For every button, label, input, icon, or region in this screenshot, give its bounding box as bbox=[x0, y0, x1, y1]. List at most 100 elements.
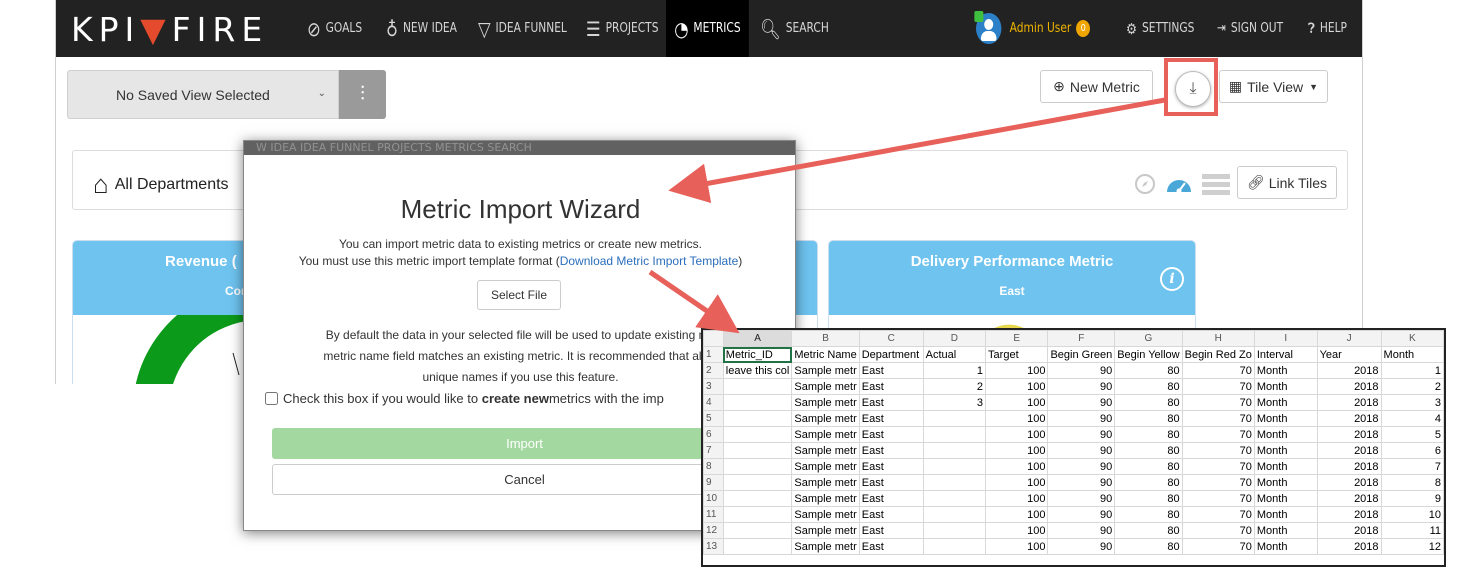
table-cell[interactable] bbox=[722, 442, 793, 459]
table-cell[interactable]: 70 bbox=[1181, 394, 1255, 411]
table-cell[interactable]: 70 bbox=[1181, 362, 1255, 379]
table-cell[interactable]: Month bbox=[1380, 346, 1444, 363]
row-number[interactable]: 6 bbox=[703, 426, 724, 443]
table-cell[interactable]: 90 bbox=[1047, 522, 1116, 539]
row-number[interactable]: 10 bbox=[703, 490, 724, 507]
column-header[interactable]: H bbox=[1181, 330, 1255, 347]
table-cell[interactable] bbox=[722, 410, 793, 427]
table-cell[interactable]: 80 bbox=[1114, 490, 1183, 507]
table-cell[interactable] bbox=[922, 538, 987, 555]
table-cell[interactable]: 70 bbox=[1181, 458, 1255, 475]
table-cell[interactable]: 80 bbox=[1114, 394, 1183, 411]
table-cell[interactable]: Sample metr bbox=[791, 458, 860, 475]
column-header[interactable]: C bbox=[858, 330, 924, 347]
table-cell[interactable]: 6 bbox=[1380, 442, 1444, 459]
table-cell[interactable]: Sample metr bbox=[791, 474, 860, 491]
table-cell[interactable]: Target bbox=[985, 346, 1049, 363]
table-cell[interactable]: 80 bbox=[1114, 442, 1183, 459]
column-header[interactable]: I bbox=[1253, 330, 1318, 347]
table-cell[interactable]: East bbox=[858, 490, 924, 507]
nav-metrics[interactable]: ◔ METRICS bbox=[666, 0, 749, 57]
nav-sign-out[interactable]: ⇥ SIGN OUT bbox=[1217, 0, 1283, 57]
table-cell[interactable]: 2018 bbox=[1316, 458, 1382, 475]
table-cell[interactable]: 100 bbox=[985, 522, 1049, 539]
table-cell[interactable]: Metric Name bbox=[791, 346, 860, 363]
table-cell[interactable]: Sample metr bbox=[791, 442, 860, 459]
table-cell[interactable]: 70 bbox=[1181, 474, 1255, 491]
row-number[interactable]: 12 bbox=[703, 522, 724, 539]
table-cell[interactable]: Sample metr bbox=[791, 410, 860, 427]
table-cell[interactable]: Month bbox=[1253, 442, 1318, 459]
table-cell[interactable]: Month bbox=[1253, 538, 1318, 555]
user-menu[interactable]: Admin User 0 bbox=[974, 0, 1091, 57]
table-cell[interactable]: Month bbox=[1253, 522, 1318, 539]
nav-help[interactable]: ❓︎ HELP bbox=[1308, 0, 1347, 57]
table-cell[interactable]: Sample metr bbox=[791, 378, 860, 395]
table-cell[interactable]: Month bbox=[1253, 426, 1318, 443]
row-number[interactable]: 7 bbox=[703, 442, 724, 459]
table-cell[interactable]: 90 bbox=[1047, 362, 1116, 379]
table-cell[interactable]: 1 bbox=[922, 362, 987, 379]
table-cell[interactable]: 100 bbox=[985, 506, 1049, 523]
compass-view-icon[interactable] bbox=[1134, 173, 1156, 200]
table-cell[interactable]: 70 bbox=[1181, 442, 1255, 459]
table-cell[interactable]: 100 bbox=[985, 410, 1049, 427]
table-cell[interactable]: 4 bbox=[1380, 410, 1444, 427]
table-cell[interactable]: 2018 bbox=[1316, 506, 1382, 523]
table-cell[interactable] bbox=[922, 426, 987, 443]
table-cell[interactable]: 2 bbox=[1380, 378, 1444, 395]
table-cell[interactable] bbox=[722, 378, 793, 395]
list-view-icon[interactable] bbox=[1202, 173, 1230, 200]
filter-settings-button[interactable]: ⫶ bbox=[339, 70, 386, 119]
table-cell[interactable]: 100 bbox=[985, 362, 1049, 379]
table-cell[interactable]: 100 bbox=[985, 442, 1049, 459]
table-cell[interactable]: 100 bbox=[985, 458, 1049, 475]
column-header[interactable]: F bbox=[1047, 330, 1116, 347]
table-cell[interactable]: 100 bbox=[985, 490, 1049, 507]
table-cell[interactable] bbox=[722, 506, 793, 523]
saved-view-select[interactable]: No Saved View Selected ⌄ bbox=[67, 70, 339, 119]
table-cell[interactable]: 1 bbox=[1380, 362, 1444, 379]
table-cell[interactable]: East bbox=[858, 458, 924, 475]
table-cell[interactable]: Month bbox=[1253, 490, 1318, 507]
column-header[interactable]: D bbox=[922, 330, 987, 347]
new-metric-button[interactable]: ⊕ New Metric bbox=[1040, 70, 1153, 103]
select-file-button[interactable]: Select File bbox=[477, 280, 561, 310]
column-header[interactable]: K bbox=[1380, 330, 1444, 347]
table-cell[interactable]: East bbox=[858, 506, 924, 523]
column-header[interactable]: J bbox=[1316, 330, 1382, 347]
table-cell[interactable]: 90 bbox=[1047, 458, 1116, 475]
nav-settings[interactable]: ⚙ SETTINGS bbox=[1126, 0, 1194, 57]
table-cell[interactable]: 2018 bbox=[1316, 362, 1382, 379]
table-cell[interactable] bbox=[922, 490, 987, 507]
tile-view-dropdown[interactable]: ▦ Tile View ▼ bbox=[1219, 70, 1328, 103]
table-cell[interactable] bbox=[922, 410, 987, 427]
table-cell[interactable]: Month bbox=[1253, 362, 1318, 379]
table-cell[interactable]: Month bbox=[1253, 394, 1318, 411]
table-cell[interactable]: Sample metr bbox=[791, 426, 860, 443]
table-cell[interactable]: 80 bbox=[1114, 474, 1183, 491]
table-cell[interactable]: East bbox=[858, 442, 924, 459]
table-cell[interactable]: 70 bbox=[1181, 410, 1255, 427]
table-cell[interactable]: 80 bbox=[1114, 378, 1183, 395]
table-cell[interactable]: 80 bbox=[1114, 458, 1183, 475]
table-cell[interactable]: East bbox=[858, 474, 924, 491]
link-tiles-button[interactable]: 🔗︎ Link Tiles bbox=[1237, 166, 1337, 199]
table-cell[interactable]: East bbox=[858, 378, 924, 395]
table-cell[interactable]: East bbox=[858, 426, 924, 443]
table-cell[interactable] bbox=[722, 474, 793, 491]
column-header[interactable]: A bbox=[722, 330, 793, 347]
row-number[interactable]: 11 bbox=[703, 506, 724, 523]
table-cell[interactable]: 8 bbox=[1380, 474, 1444, 491]
table-cell[interactable]: 80 bbox=[1114, 538, 1183, 555]
table-cell[interactable]: 2018 bbox=[1316, 474, 1382, 491]
table-cell[interactable]: 100 bbox=[985, 394, 1049, 411]
nav-new-idea[interactable]: ♁ NEW IDEA bbox=[386, 0, 457, 57]
table-cell[interactable]: 90 bbox=[1047, 394, 1116, 411]
table-cell[interactable]: Begin Red Zo bbox=[1181, 346, 1255, 363]
row-number[interactable]: 1 bbox=[703, 346, 724, 363]
table-cell[interactable]: East bbox=[858, 362, 924, 379]
table-cell[interactable]: Sample metr bbox=[791, 394, 860, 411]
table-cell[interactable]: 10 bbox=[1380, 506, 1444, 523]
table-cell[interactable] bbox=[722, 426, 793, 443]
